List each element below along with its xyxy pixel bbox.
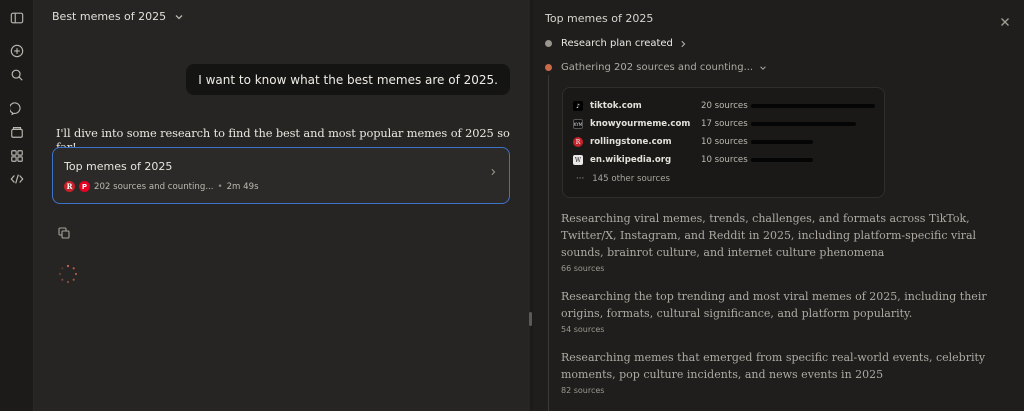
research-card[interactable]: Top memes of 2025 R P 202 sources and co… bbox=[52, 147, 510, 204]
research-task-count: 54 sources bbox=[561, 325, 605, 334]
sources-box: ♪ tiktok.com 20 sources KYM knowyourmeme… bbox=[562, 87, 885, 198]
chat-history-icon[interactable] bbox=[9, 101, 25, 117]
step-gathering-label: Gathering 202 sources and counting... bbox=[561, 62, 754, 73]
step-done-dot bbox=[545, 40, 552, 47]
other-sources[interactable]: ··· 145 other sources bbox=[576, 174, 670, 184]
chevron-right-icon bbox=[489, 161, 497, 180]
copy-icon[interactable] bbox=[58, 224, 70, 243]
chat-title-dropdown[interactable]: Best memes of 2025 bbox=[52, 10, 184, 23]
left-rail bbox=[0, 0, 34, 411]
research-task-description: Researching the top trending and most vi… bbox=[561, 290, 987, 320]
step-research-plan-label: Research plan created bbox=[561, 38, 673, 49]
source-count: 10 sources bbox=[701, 155, 748, 165]
rollingstone-favicon-icon: R bbox=[64, 181, 75, 192]
source-row[interactable]: KYM knowyourmeme.com 17 sources bbox=[573, 117, 856, 131]
chat-area: Best memes of 2025 I want to know what t… bbox=[34, 0, 530, 411]
artifacts-icon[interactable] bbox=[9, 148, 25, 164]
new-chat-icon[interactable] bbox=[9, 43, 25, 59]
research-status: 202 sources and counting... bbox=[94, 181, 214, 192]
step-gathering-sources[interactable]: Gathering 202 sources and counting... bbox=[545, 62, 767, 73]
projects-icon[interactable] bbox=[9, 124, 25, 140]
source-row[interactable]: R rollingstone.com 10 sources bbox=[573, 135, 813, 149]
code-icon[interactable] bbox=[9, 171, 25, 187]
pinterest-favicon-icon: P bbox=[79, 181, 90, 192]
chat-title: Best memes of 2025 bbox=[52, 10, 167, 23]
source-count: 10 sources bbox=[701, 137, 748, 147]
source-name: rollingstone.com bbox=[590, 137, 672, 147]
research-card-title: Top memes of 2025 bbox=[64, 160, 173, 173]
source-name: tiktok.com bbox=[590, 101, 642, 111]
close-icon[interactable] bbox=[1000, 12, 1010, 31]
loading-spinner-icon bbox=[58, 264, 78, 284]
research-task-count: 66 sources bbox=[561, 264, 605, 273]
research-task: Researching the top trending and most vi… bbox=[561, 288, 1007, 334]
wikipedia-favicon-icon: W bbox=[573, 155, 583, 165]
step-research-plan[interactable]: Research plan created bbox=[545, 38, 687, 49]
rollingstone-favicon-icon: R bbox=[573, 137, 583, 147]
source-bar bbox=[751, 104, 875, 108]
research-task-count: 82 sources bbox=[561, 386, 605, 395]
source-bar bbox=[751, 140, 813, 144]
step-active-dot bbox=[545, 64, 552, 71]
source-count: 20 sources bbox=[701, 101, 748, 111]
sidebar-toggle-icon[interactable] bbox=[9, 10, 25, 26]
source-name: knowyourmeme.com bbox=[590, 119, 691, 129]
source-row[interactable]: ♪ tiktok.com 20 sources bbox=[573, 99, 875, 113]
search-icon[interactable] bbox=[9, 67, 25, 83]
user-message: I want to know what the best memes are o… bbox=[186, 64, 510, 95]
chevron-down-icon bbox=[760, 65, 766, 70]
knowyourmeme-favicon-icon: KYM bbox=[573, 119, 583, 129]
source-name: en.wikipedia.org bbox=[590, 155, 672, 165]
research-panel: Top memes of 2025 Research plan created … bbox=[533, 0, 1024, 411]
research-task: Researching memes that emerged from spec… bbox=[561, 349, 1007, 395]
chevron-right-icon bbox=[681, 40, 686, 47]
other-sources-label: 145 other sources bbox=[592, 174, 670, 184]
tiktok-favicon-icon: ♪ bbox=[573, 101, 583, 111]
source-bar bbox=[751, 122, 856, 126]
source-bar bbox=[751, 158, 813, 162]
more-dots-icon: ··· bbox=[576, 174, 585, 184]
source-count: 17 sources bbox=[701, 119, 748, 129]
resize-handle[interactable] bbox=[529, 312, 532, 326]
research-task-description: Researching viral memes, trends, challen… bbox=[561, 212, 977, 259]
research-card-meta: R P 202 sources and counting... • 2m 49s bbox=[64, 181, 259, 192]
research-task: Researching viral memes, trends, challen… bbox=[561, 210, 1007, 273]
chevron-down-icon bbox=[175, 14, 183, 19]
source-row[interactable]: W en.wikipedia.org 10 sources bbox=[573, 153, 813, 167]
panel-title: Top memes of 2025 bbox=[545, 12, 654, 25]
meta-separator: • bbox=[217, 181, 223, 192]
timeline-line bbox=[548, 75, 549, 411]
research-task-description: Researching memes that emerged from spec… bbox=[561, 351, 986, 381]
research-elapsed: 2m 49s bbox=[226, 181, 259, 192]
